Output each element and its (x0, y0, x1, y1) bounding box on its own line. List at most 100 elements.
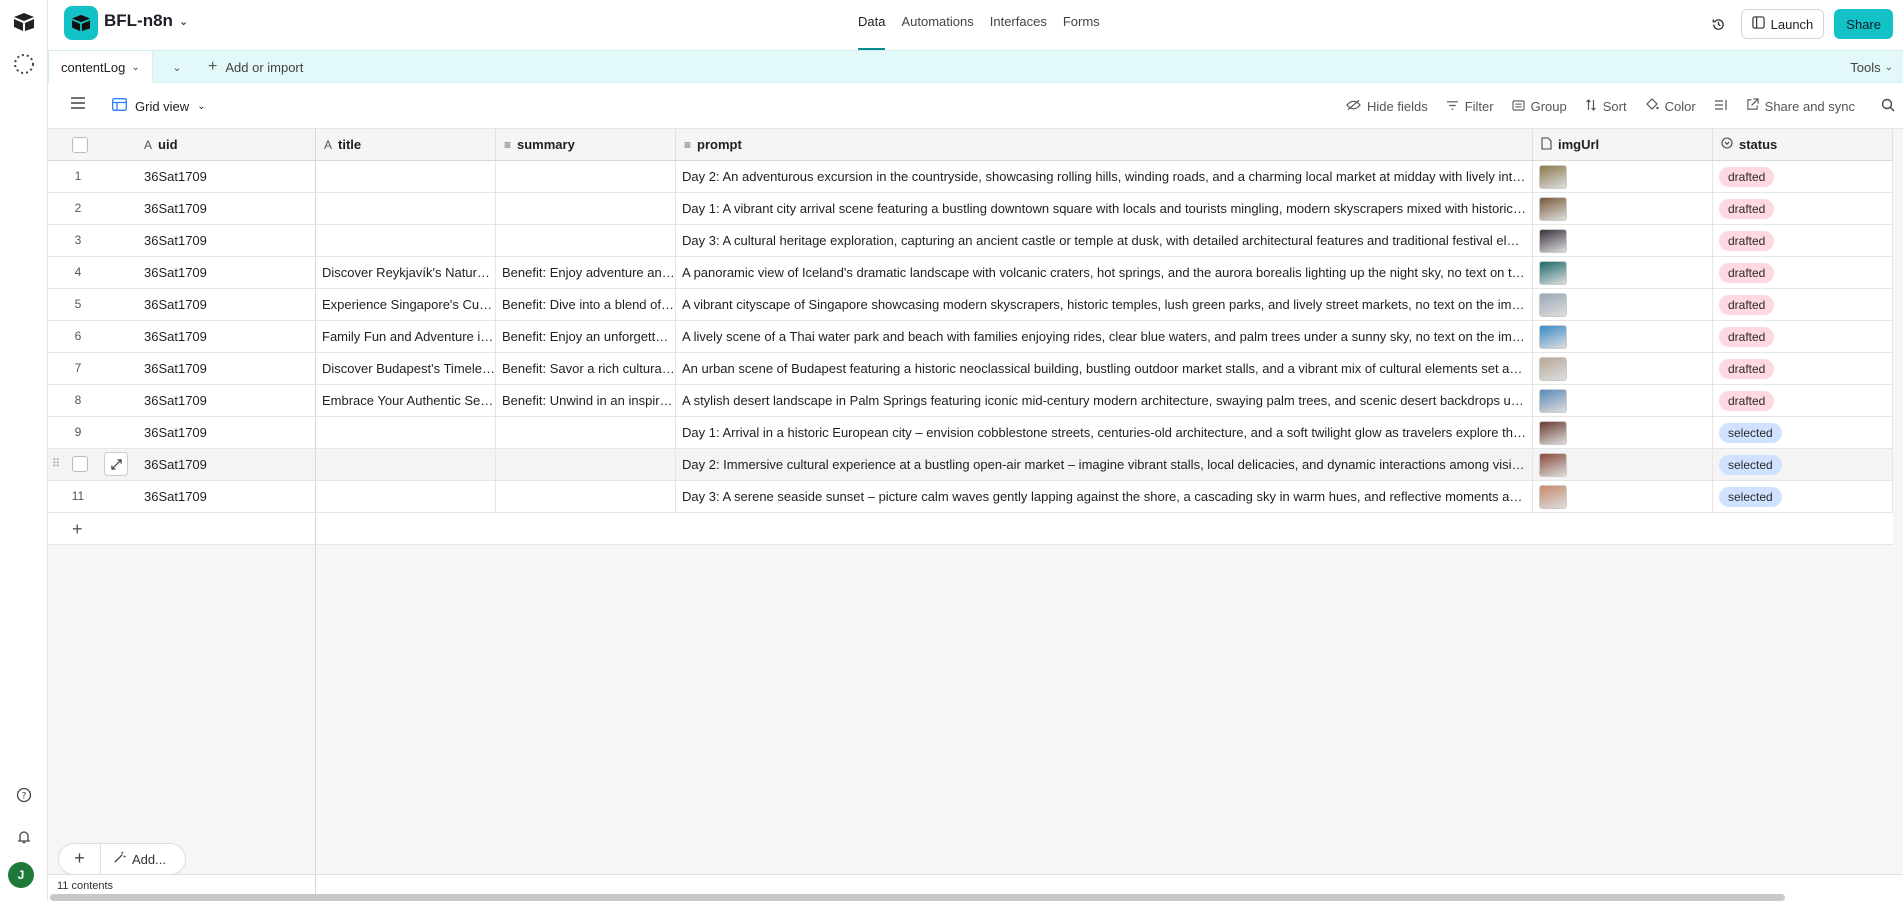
image-thumbnail[interactable] (1539, 229, 1567, 253)
table-row[interactable]: ⠿ 36Sat1709 Day 2: Immersive cultural expe… (48, 449, 1893, 481)
table-row[interactable]: 7 36Sat1709 Discover Budapest's Timeless C… (48, 353, 1893, 385)
cell-status[interactable]: drafted (1713, 257, 1893, 288)
workspace-spinner-icon[interactable] (8, 48, 40, 80)
views-menu-icon[interactable] (70, 96, 90, 116)
cell-summary[interactable] (496, 481, 676, 512)
cell-title[interactable]: Discover Reykjavík's Natural Wonders (316, 257, 496, 288)
cell-summary[interactable] (496, 225, 676, 256)
cell-title[interactable]: Discover Budapest's Timeless Charm (316, 353, 496, 384)
header-status[interactable]: status (1713, 129, 1893, 161)
row-checkbox[interactable] (72, 456, 88, 472)
image-thumbnail[interactable] (1539, 293, 1567, 317)
cell-summary[interactable]: Benefit: Enjoy an unforgettable trip (496, 321, 676, 352)
cell-uid[interactable]: 36Sat1709 (144, 193, 207, 224)
cell-prompt[interactable]: A stylish desert landscape in Palm Sprin… (676, 385, 1533, 416)
cell-uid[interactable]: 36Sat1709 (144, 449, 207, 480)
cell-title[interactable] (316, 193, 496, 224)
header-uid[interactable]: A uid (48, 129, 316, 161)
table-row[interactable]: 1 36Sat1709 Day 2: An adventurous excursio… (48, 161, 1893, 193)
cell-uid[interactable]: 36Sat1709 (144, 321, 207, 352)
cell-status[interactable]: drafted (1713, 161, 1893, 192)
cell-status[interactable]: selected (1713, 481, 1893, 512)
cell-status[interactable]: selected (1713, 417, 1893, 448)
image-thumbnail[interactable] (1539, 485, 1567, 509)
cell-summary[interactable] (496, 161, 676, 192)
cell-prompt[interactable]: Day 2: Immersive cultural experience at … (676, 449, 1533, 480)
table-row[interactable]: 6 36Sat1709 Family Fun and Adventure in Th… (48, 321, 1893, 353)
cell-prompt[interactable]: Day 2: An adventurous excursion in the c… (676, 161, 1533, 192)
nav-tab-interfaces[interactable]: Interfaces (990, 0, 1047, 50)
view-switcher[interactable]: Grid view ⌄ (112, 91, 206, 121)
cell-summary[interactable]: Benefit: Dive into a blend of cultures (496, 289, 676, 320)
table-row[interactable]: 3 36Sat1709 Day 3: A cultural heritage exp… (48, 225, 1893, 257)
header-imgurl[interactable]: imgUrl (1533, 129, 1713, 161)
filter-button[interactable]: Filter (1446, 99, 1494, 114)
cell-uid[interactable]: 36Sat1709 (144, 481, 207, 512)
cell-summary[interactable] (496, 417, 676, 448)
cell-prompt[interactable]: A lively scene of a Thai water park and … (676, 321, 1533, 352)
all-tables-chevron-icon[interactable]: ⌄ (166, 56, 188, 78)
image-thumbnail[interactable] (1539, 261, 1567, 285)
cell-imgurl[interactable] (1533, 417, 1713, 448)
cell-prompt[interactable]: Day 1: Arrival in a historic European ci… (676, 417, 1533, 448)
cell-status[interactable]: drafted (1713, 193, 1893, 224)
cell-title[interactable] (316, 449, 496, 480)
cell-title[interactable] (316, 417, 496, 448)
cell-title[interactable] (316, 225, 496, 256)
cell-title[interactable] (316, 481, 496, 512)
table-row[interactable]: 11 36Sat1709 Day 3: A serene seaside sunse… (48, 481, 1893, 513)
row-height-button[interactable] (1714, 99, 1728, 114)
cell-imgurl[interactable] (1533, 321, 1713, 352)
cell-status[interactable]: drafted (1713, 353, 1893, 384)
table-row[interactable]: 9 36Sat1709 Day 1: Arrival in a historic E… (48, 417, 1893, 449)
nav-tab-forms[interactable]: Forms (1063, 0, 1100, 50)
launch-button[interactable]: Launch (1740, 9, 1825, 39)
image-thumbnail[interactable] (1539, 389, 1567, 413)
cell-title[interactable]: Embrace Your Authentic Self in Palm Spri… (316, 385, 496, 416)
cell-imgurl[interactable] (1533, 257, 1713, 288)
cell-uid[interactable]: 36Sat1709 (144, 417, 207, 448)
cell-status[interactable]: drafted (1713, 289, 1893, 320)
base-logo-icon[interactable] (64, 6, 98, 40)
cell-uid[interactable]: 36Sat1709 (144, 385, 207, 416)
cell-prompt[interactable]: Day 1: A vibrant city arrival scene feat… (676, 193, 1533, 224)
cell-uid[interactable]: 36Sat1709 (144, 289, 207, 320)
cell-imgurl[interactable] (1533, 193, 1713, 224)
header-title[interactable]: A title (316, 129, 496, 161)
cell-prompt[interactable]: Day 3: A serene seaside sunset – picture… (676, 481, 1533, 512)
add-record-row[interactable]: + (48, 513, 1893, 545)
history-icon[interactable] (1707, 12, 1731, 36)
cell-imgurl[interactable] (1533, 353, 1713, 384)
airtable-home-icon[interactable] (8, 6, 40, 38)
cell-status[interactable]: drafted (1713, 321, 1893, 352)
table-tab-contentlog[interactable]: contentLog ⌄ (48, 50, 153, 84)
cell-prompt[interactable]: Day 3: A cultural heritage exploration, … (676, 225, 1533, 256)
share-and-sync-button[interactable]: Share and sync (1746, 98, 1855, 114)
cell-title[interactable]: Family Fun and Adventure in Thailand (316, 321, 496, 352)
cell-imgurl[interactable] (1533, 385, 1713, 416)
notifications-bell-icon[interactable] (8, 821, 40, 853)
cell-imgurl[interactable] (1533, 449, 1713, 480)
search-button[interactable] (1881, 98, 1895, 115)
share-button[interactable]: Share (1834, 9, 1893, 39)
image-thumbnail[interactable] (1539, 325, 1567, 349)
cell-status[interactable]: drafted (1713, 225, 1893, 256)
tools-button[interactable]: Tools ⌄ (1850, 51, 1893, 83)
table-row[interactable]: 2 36Sat1709 Day 1: A vibrant city arrival … (48, 193, 1893, 225)
add-record-plus-button[interactable]: + (59, 844, 101, 874)
cell-imgurl[interactable] (1533, 161, 1713, 192)
drag-handle-icon[interactable]: ⠿ (52, 449, 60, 480)
cell-title[interactable] (316, 161, 496, 192)
header-prompt[interactable]: ≡ prompt (676, 129, 1533, 161)
group-button[interactable]: Group (1512, 99, 1567, 114)
cell-status[interactable]: drafted (1713, 385, 1893, 416)
cell-prompt[interactable]: A vibrant cityscape of Singapore showcas… (676, 289, 1533, 320)
nav-tab-automations[interactable]: Automations (901, 0, 973, 50)
cell-prompt[interactable]: A panoramic view of Iceland's dramatic l… (676, 257, 1533, 288)
cell-imgurl[interactable] (1533, 225, 1713, 256)
table-row[interactable]: 8 36Sat1709 Embrace Your Authentic Self in… (48, 385, 1893, 417)
nav-tab-data[interactable]: Data (858, 0, 886, 50)
cell-uid[interactable]: 36Sat1709 (144, 257, 207, 288)
hide-fields-button[interactable]: Hide fields (1346, 99, 1428, 114)
image-thumbnail[interactable] (1539, 453, 1567, 477)
